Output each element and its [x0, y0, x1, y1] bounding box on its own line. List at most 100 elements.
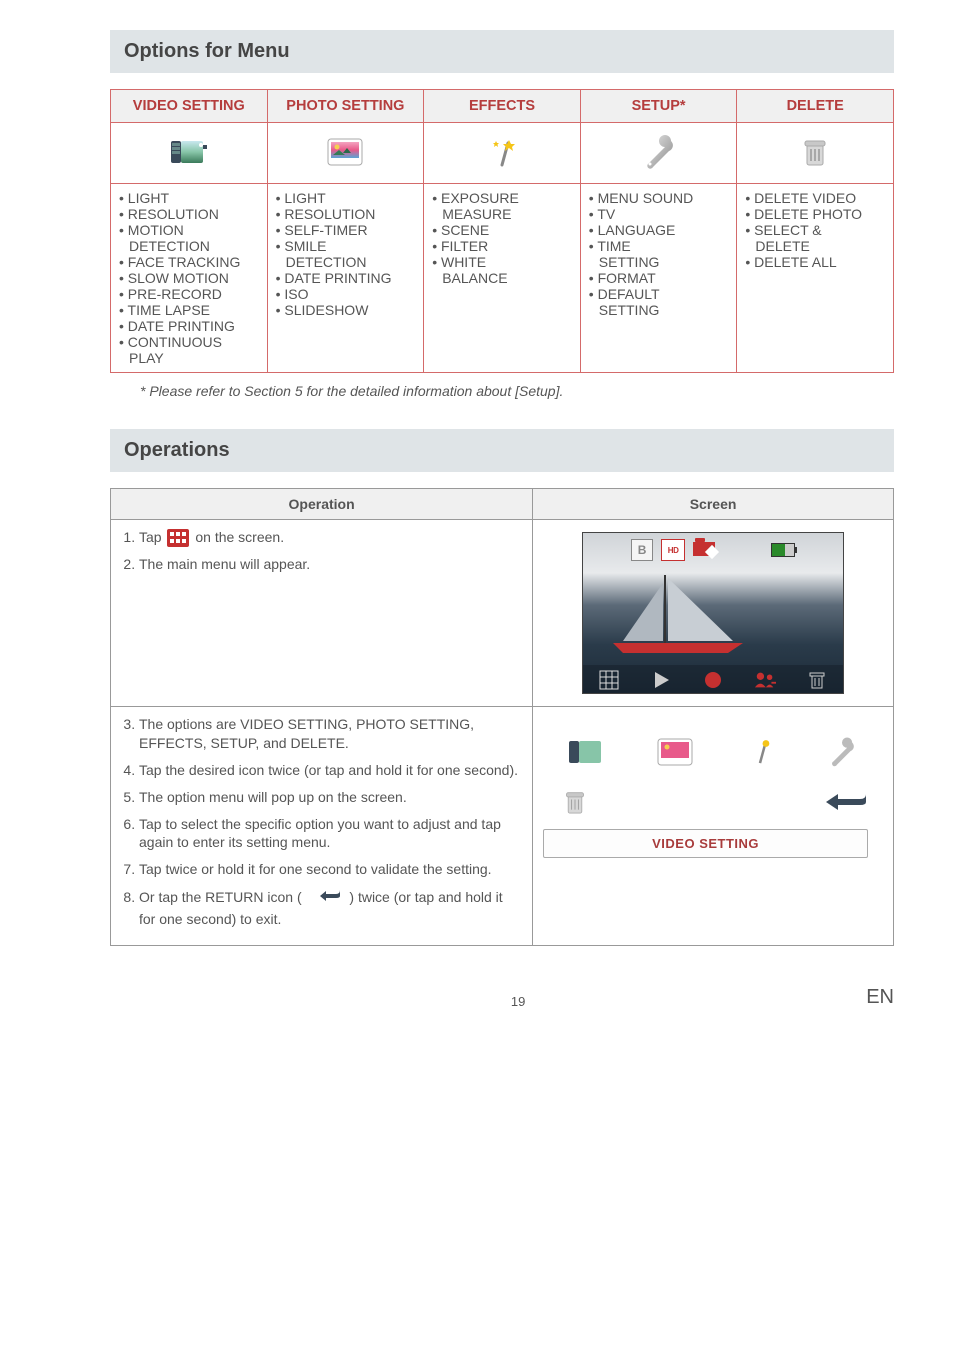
- step-7: Tap twice or hold it for one second to v…: [139, 860, 522, 879]
- video-setting-icon-cell: [111, 123, 268, 184]
- opt: PLAY: [119, 350, 164, 366]
- delete-trash-icon: [795, 135, 835, 169]
- opt: SCENE: [441, 222, 489, 238]
- op-steps-3-8: The options are VIDEO SETTING, PHOTO SET…: [111, 707, 533, 946]
- opt: PRE-RECORD: [128, 286, 222, 302]
- opt: FILTER: [441, 238, 488, 254]
- step-3: The options are VIDEO SETTING, PHOTO SET…: [139, 715, 522, 753]
- step-6: Tap to select the specific option you wa…: [139, 815, 522, 853]
- opt: WHITE: [441, 254, 486, 270]
- menu-header-effects: EFFECTS: [424, 90, 581, 123]
- opt: LIGHT: [284, 190, 325, 206]
- page-lang: EN: [866, 986, 894, 1009]
- opt: DATE PRINTING: [128, 318, 235, 334]
- screen-preview: B HD: [582, 532, 844, 694]
- opt: DELETE PHOTO: [754, 206, 862, 222]
- menu-header-video: VIDEO SETTING: [111, 90, 268, 123]
- bottom-people-icon: [754, 670, 776, 690]
- setup-wrench-icon: [639, 135, 679, 169]
- section-operations-title: Operations: [110, 429, 894, 472]
- bottom-record-icon: [702, 670, 724, 690]
- setup-options: • MENU SOUND • TV • LANGUAGE • TIME SETT…: [580, 184, 737, 373]
- opt: DETECTION: [119, 238, 210, 254]
- opt: RESOLUTION: [284, 206, 375, 222]
- txt: Or tap the RETURN icon (: [139, 889, 302, 905]
- opt: DETECTION: [276, 254, 367, 270]
- effects-wand-icon: [482, 135, 522, 169]
- step-1: Tap on the screen.: [139, 528, 522, 547]
- opt: SELECT &: [754, 222, 821, 238]
- opt: LIGHT: [128, 190, 169, 206]
- effects-options: • EXPOSURE MEASURE • SCENE • FILTER • WH…: [424, 184, 581, 373]
- photo-setting-icon-cell: [267, 123, 424, 184]
- opt: TIME: [597, 238, 630, 254]
- menu-options-table: VIDEO SETTING PHOTO SETTING EFFECTS SETU…: [110, 89, 894, 373]
- opt: FACE TRACKING: [128, 254, 241, 270]
- opt: BALANCE: [432, 270, 507, 286]
- opt: LANGUAGE: [598, 222, 676, 238]
- opt: TV: [597, 206, 615, 222]
- opt: SETTING: [589, 302, 660, 318]
- video-setting-icon: [169, 135, 209, 169]
- screen-preview-cell: B HD: [533, 520, 894, 707]
- row-setup-icon: [825, 735, 859, 769]
- battery-b-icon: B: [631, 539, 653, 561]
- opt: SMILE: [284, 238, 326, 254]
- opt: SLOW MOTION: [128, 270, 229, 286]
- setup-icon-cell: [580, 123, 737, 184]
- txt: on the screen.: [195, 529, 284, 545]
- menu-header-delete: DELETE: [737, 90, 894, 123]
- opt: DELETE ALL: [754, 254, 837, 270]
- opt: DATE PRINTING: [284, 270, 391, 286]
- txt: Tap: [139, 529, 165, 545]
- opt: SELF-TIMER: [284, 222, 367, 238]
- folder-icon: [693, 541, 715, 559]
- step-8: Or tap the RETURN icon ( ) twice (or tap…: [139, 887, 522, 929]
- settings-icons-cell: VIDEO SETTING: [533, 707, 894, 946]
- row-effects-icon: [743, 735, 777, 769]
- hd-icon: HD: [661, 539, 685, 561]
- video-setting-label-box: VIDEO SETTING: [543, 829, 868, 858]
- bottom-play-icon: [650, 670, 672, 690]
- opt: FORMAT: [598, 270, 656, 286]
- sailboat-graphic: [583, 573, 843, 663]
- op-steps-1-2: Tap on the screen. The main menu will ap…: [111, 520, 533, 707]
- opt: TIME LAPSE: [128, 302, 210, 318]
- operations-table: Operation Screen Tap on: [110, 488, 894, 946]
- opt: CONTINUOUS: [128, 334, 222, 350]
- opt: MEASURE: [432, 206, 511, 222]
- step-5: The option menu will pop up on the scree…: [139, 788, 522, 807]
- menu-header-photo: PHOTO SETTING: [267, 90, 424, 123]
- delete-icon-cell: [737, 123, 894, 184]
- step-2: The main menu will appear.: [139, 555, 522, 574]
- opt: DEFAULT: [598, 286, 660, 302]
- menu-grid-icon: [167, 529, 189, 547]
- section-options-title: Options for Menu: [110, 30, 894, 73]
- row-back-arrow-icon: [818, 791, 868, 813]
- opt: SETTING: [589, 254, 660, 270]
- page-number: 19: [170, 994, 866, 1009]
- photo-setting-icon: [325, 135, 365, 169]
- opt: MENU SOUND: [598, 190, 694, 206]
- effects-icon-cell: [424, 123, 581, 184]
- photo-setting-options: • LIGHT • RESOLUTION • SELF-TIMER • SMIL…: [267, 184, 424, 373]
- row-video-icon: [567, 735, 607, 769]
- opt: SLIDESHOW: [284, 302, 368, 318]
- return-arrow-icon: [310, 887, 342, 910]
- op-header-operation: Operation: [111, 489, 533, 520]
- bottom-grid-icon: [598, 670, 620, 690]
- bottom-trash-icon: [806, 670, 828, 690]
- row-delete-icon: [558, 785, 592, 819]
- setup-note: * Please refer to Section 5 for the deta…: [140, 383, 894, 399]
- opt: MOTION: [128, 222, 184, 238]
- opt: ISO: [284, 286, 308, 302]
- op-header-screen: Screen: [533, 489, 894, 520]
- opt: EXPOSURE: [441, 190, 519, 206]
- row-photo-icon: [655, 735, 695, 769]
- menu-header-setup: SETUP*: [580, 90, 737, 123]
- opt: RESOLUTION: [128, 206, 219, 222]
- video-setting-options: • LIGHT • RESOLUTION • MOTION DETECTION …: [111, 184, 268, 373]
- delete-options: • DELETE VIDEO • DELETE PHOTO • SELECT &…: [737, 184, 894, 373]
- opt: DELETE: [745, 238, 809, 254]
- opt: DELETE VIDEO: [754, 190, 856, 206]
